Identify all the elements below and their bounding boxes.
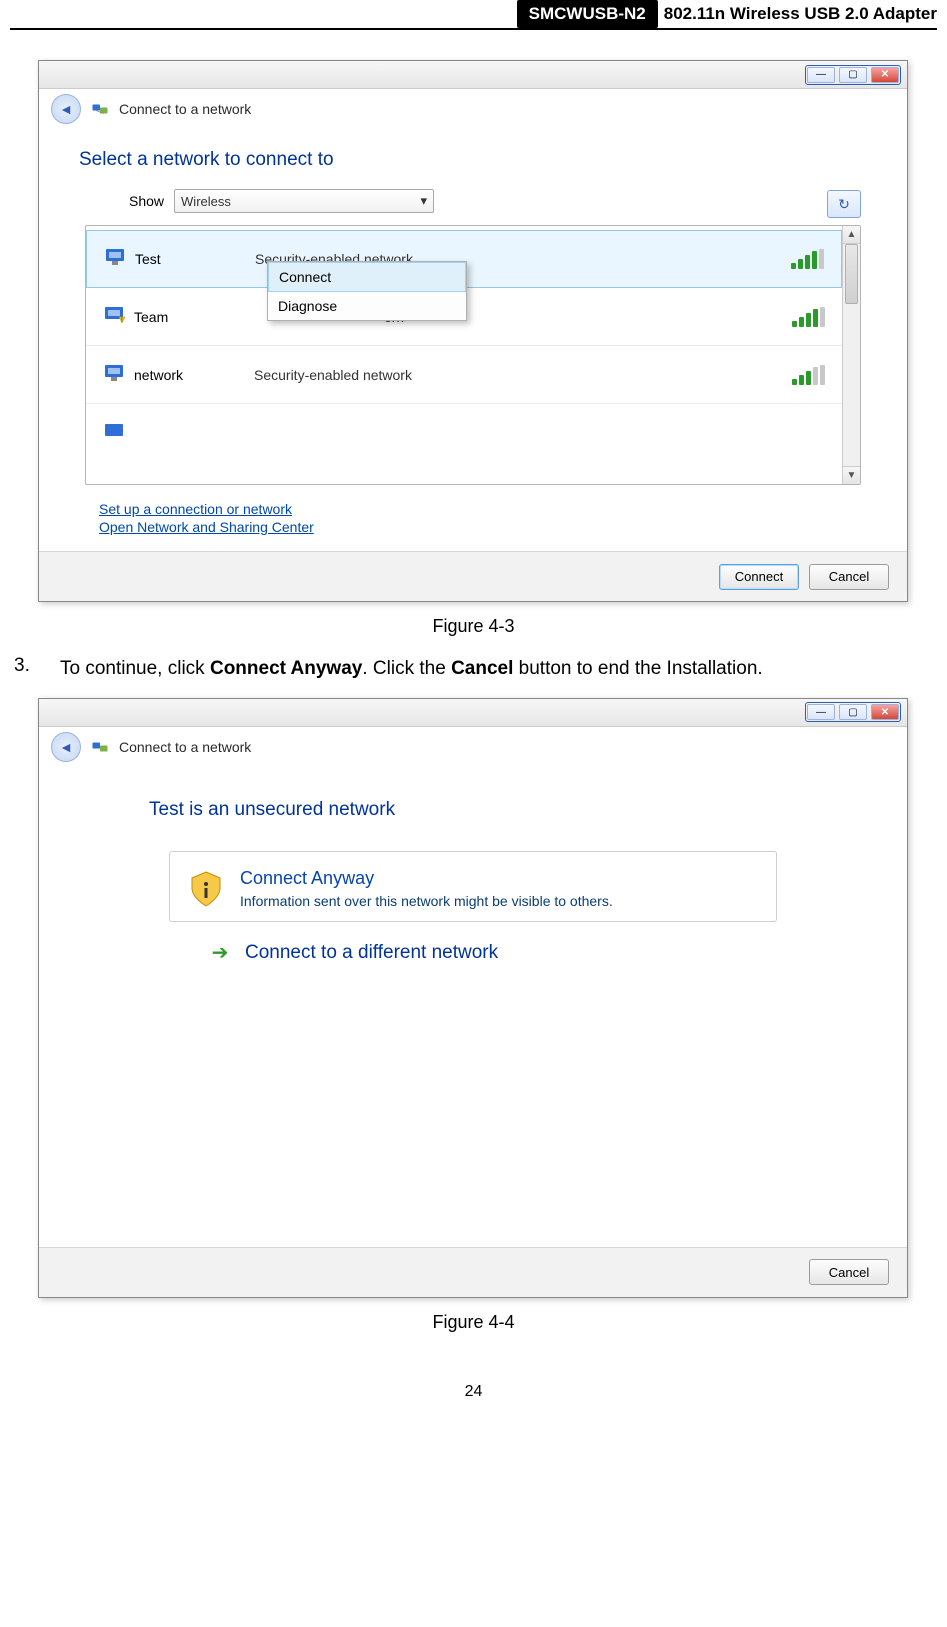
- address-text: Connect to a network: [119, 101, 251, 117]
- window-controls: — ▢ ✕: [805, 65, 901, 85]
- ctx-connect[interactable]: Connect: [268, 262, 466, 292]
- network-list: Test Security-enabled network Connect Di…: [85, 225, 861, 485]
- refresh-button[interactable]: ↻: [827, 190, 861, 218]
- back-arrow-icon: ◄: [59, 101, 73, 117]
- link-setup-connection[interactable]: Set up a connection or network: [99, 501, 877, 517]
- connect-different-label: Connect to a different network: [245, 942, 498, 964]
- document-header: SMCWUSB-N2 802.11n Wireless USB 2.0 Adap…: [10, 0, 937, 30]
- network-row-test[interactable]: Test Security-enabled network Connect Di…: [86, 230, 842, 288]
- arrow-right-icon: ➔: [209, 942, 231, 964]
- instruction-step-3: 3. To continue, click Connect Anyway. Cl…: [10, 655, 937, 684]
- scroll-up-icon[interactable]: ▲: [843, 226, 860, 244]
- network-icon: [91, 738, 109, 756]
- dialog-footer: Connect Cancel: [39, 551, 907, 601]
- network-name: network: [134, 367, 254, 383]
- maximize-icon[interactable]: ▢: [839, 704, 867, 720]
- connect-different-link[interactable]: ➔ Connect to a different network: [209, 942, 877, 964]
- show-combobox[interactable]: Wireless ▾: [174, 189, 434, 213]
- figure-4-3-caption: Figure 4-3: [10, 616, 937, 637]
- figure-4-4-caption: Figure 4-4: [10, 1312, 937, 1333]
- minimize-icon[interactable]: —: [807, 704, 835, 720]
- window-controls: — ▢ ✕: [805, 702, 901, 722]
- network-status: Security-enabled network: [254, 367, 792, 383]
- page-number: 24: [10, 1383, 937, 1401]
- computer-icon: [101, 247, 135, 271]
- network-name: Test: [135, 251, 255, 267]
- computer-icon: [100, 422, 134, 436]
- address-bar: ◄ Connect to a network: [39, 89, 907, 129]
- scroll-down-icon[interactable]: ▼: [843, 466, 860, 484]
- computer-icon: [100, 363, 134, 387]
- minimize-icon[interactable]: —: [807, 67, 835, 83]
- cancel-button[interactable]: Cancel: [809, 564, 889, 590]
- dialog-footer: Cancel: [39, 1247, 907, 1297]
- computer-icon: !: [100, 305, 134, 329]
- chevron-down-icon: ▾: [421, 193, 428, 209]
- network-row-partial[interactable]: [86, 404, 842, 434]
- refresh-icon: ↻: [838, 196, 850, 213]
- scroll-thumb[interactable]: [845, 244, 858, 304]
- signal-icon: [792, 365, 828, 385]
- signal-icon: [791, 249, 827, 269]
- maximize-icon[interactable]: ▢: [839, 67, 867, 83]
- links-block: Set up a connection or network Open Netw…: [99, 501, 877, 535]
- close-icon[interactable]: ✕: [871, 704, 899, 720]
- step-number: 3.: [14, 655, 42, 684]
- show-value: Wireless: [181, 194, 231, 209]
- connect-anyway-subtitle: Information sent over this network might…: [240, 893, 613, 909]
- context-menu: Connect Diagnose: [267, 261, 467, 321]
- shield-warning-icon: [186, 868, 226, 908]
- network-name: Team: [134, 309, 254, 325]
- scroll-track[interactable]: [843, 244, 860, 466]
- window-titlebar: — ▢ ✕: [39, 61, 907, 89]
- product-box: SMCWUSB-N2: [517, 0, 658, 28]
- back-button[interactable]: ◄: [51, 94, 81, 124]
- header-title: 802.11n Wireless USB 2.0 Adapter: [664, 0, 937, 28]
- window-titlebar: — ▢ ✕: [39, 699, 907, 727]
- signal-icon: [792, 307, 828, 327]
- back-arrow-icon: ◄: [59, 739, 73, 755]
- back-button[interactable]: ◄: [51, 732, 81, 762]
- connect-anyway-title: Connect Anyway: [240, 868, 613, 889]
- network-row-network[interactable]: network Security-enabled network: [86, 346, 842, 404]
- dialog-body: Test is an unsecured network Connect Any…: [39, 767, 907, 1247]
- panel-title: Select a network to connect to: [79, 149, 877, 171]
- cancel-button[interactable]: Cancel: [809, 1259, 889, 1285]
- connect-anyway-box[interactable]: Connect Anyway Information sent over thi…: [169, 851, 777, 922]
- dialog-body: Select a network to connect to Show Wire…: [39, 129, 907, 551]
- figure-4-4-window: — ▢ ✕ ◄ Connect to a network Test is an …: [38, 698, 908, 1298]
- figure-4-3-window: — ▢ ✕ ◄ Connect to a network Select a ne…: [38, 60, 908, 602]
- connect-button[interactable]: Connect: [719, 564, 799, 590]
- link-network-sharing[interactable]: Open Network and Sharing Center: [99, 519, 877, 535]
- unsecured-title: Test is an unsecured network: [149, 799, 877, 821]
- ctx-diagnose[interactable]: Diagnose: [268, 292, 466, 320]
- show-label: Show: [129, 193, 164, 209]
- close-icon[interactable]: ✕: [871, 67, 899, 83]
- show-row: Show Wireless ▾: [129, 189, 434, 213]
- address-text: Connect to a network: [119, 739, 251, 755]
- network-icon: [91, 100, 109, 118]
- address-bar: ◄ Connect to a network: [39, 727, 907, 767]
- step-text: To continue, click Connect Anyway. Click…: [60, 655, 937, 684]
- scrollbar[interactable]: ▲ ▼: [842, 226, 860, 484]
